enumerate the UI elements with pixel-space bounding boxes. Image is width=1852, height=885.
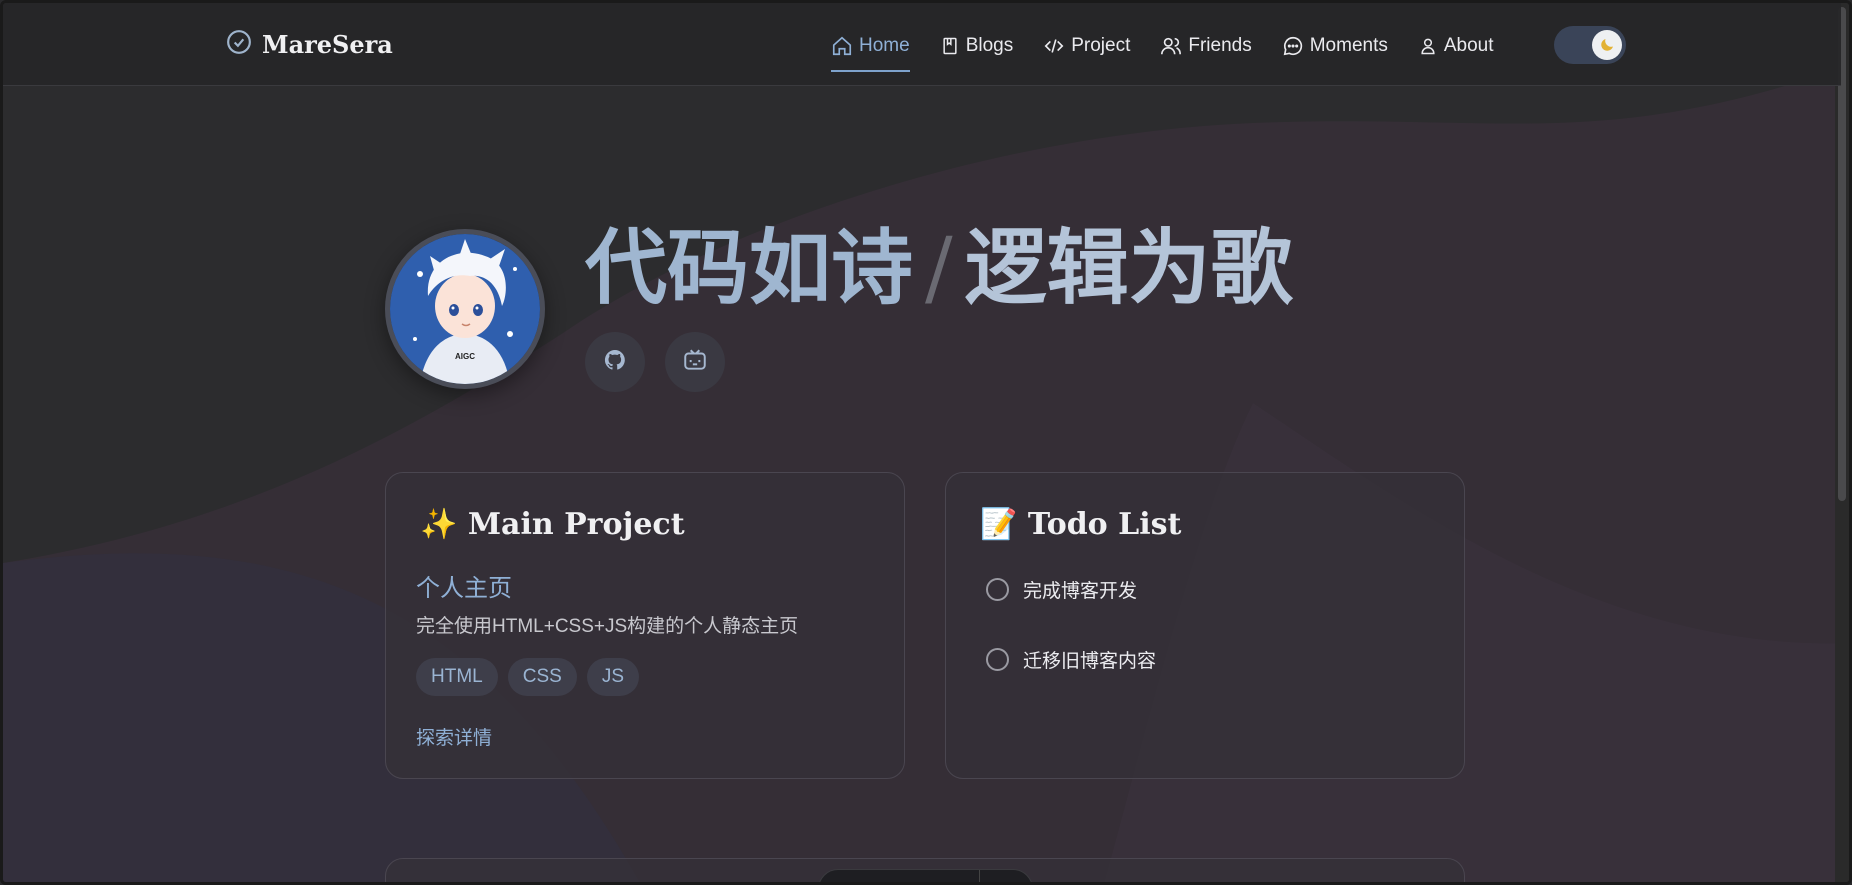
floating-dock	[818, 869, 1033, 882]
avatar: AIGC	[385, 229, 545, 389]
tag-css: CSS	[507, 658, 577, 696]
theme-toggle[interactable]	[1554, 26, 1626, 64]
nav-label-moments: Moments	[1309, 35, 1388, 56]
check-circle-icon	[226, 29, 252, 60]
nav-item-project[interactable]: Project	[1043, 31, 1130, 61]
todo-label: 完成博客开发	[1023, 581, 1138, 602]
user-icon	[1418, 35, 1438, 57]
background-wave	[3, 3, 1849, 882]
nav-item-friends[interactable]: Friends	[1160, 31, 1252, 61]
todo-checkbox[interactable]	[986, 648, 1009, 671]
scrollbar[interactable]	[1835, 3, 1849, 882]
dock-divider	[979, 870, 980, 882]
sparkle-icon: ✨	[420, 507, 458, 542]
nav-item-moments[interactable]: Moments	[1282, 31, 1388, 61]
brand[interactable]: MareSera	[226, 29, 393, 60]
users-icon	[1160, 35, 1182, 57]
nav-label-project: Project	[1071, 35, 1131, 56]
tag-html: HTML	[416, 658, 498, 696]
project-name[interactable]: 个人主页	[416, 568, 512, 603]
message-icon	[1282, 35, 1304, 57]
code-icon	[1043, 35, 1065, 57]
explore-details-link[interactable]: 探索详情	[416, 723, 492, 750]
github-link[interactable]	[585, 332, 645, 392]
home-icon	[831, 35, 853, 57]
project-tags: HTML CSS JS	[416, 658, 639, 696]
moon-icon	[1592, 30, 1622, 60]
todo-list-title: 📝 Todo List	[980, 507, 1181, 542]
github-icon	[603, 348, 627, 377]
hero-title: 代码如诗 / 逻辑为歌	[585, 218, 1293, 319]
nav-label-friends: Friends	[1188, 35, 1252, 56]
bilibili-icon	[682, 347, 708, 378]
nav-item-about[interactable]: About	[1418, 31, 1494, 61]
main-project-title-text: Main Project	[467, 507, 685, 542]
todo-item[interactable]: 完成博客开发	[986, 576, 1137, 603]
hero-title-separator: /	[925, 221, 953, 316]
nav-label-about: About	[1443, 35, 1494, 56]
book-icon	[940, 35, 960, 57]
todo-checkbox[interactable]	[986, 578, 1009, 601]
nav-label-blogs: Blogs	[965, 35, 1014, 56]
todo-list-title-text: Todo List	[1027, 507, 1182, 542]
main-project-card: ✨ Main Project 个人主页 完全使用HTML+CSS+JS构建的个人…	[385, 472, 905, 779]
bilibili-link[interactable]	[665, 332, 725, 392]
hero-title-part1: 代码如诗	[585, 220, 914, 316]
todo-list-card: 📝 Todo List 完成博客开发 迁移旧博客内容	[945, 472, 1465, 779]
nav-item-home[interactable]: Home	[831, 31, 910, 72]
nav-label-home: Home	[859, 35, 910, 56]
avatar-text: AIGC	[455, 352, 475, 361]
page-frame: MareSera Home Blogs Project Friends Mome…	[0, 0, 1852, 885]
project-description: 完全使用HTML+CSS+JS构建的个人静态主页	[416, 616, 799, 637]
nav-item-blogs[interactable]: Blogs	[940, 31, 1014, 61]
todo-label: 迁移旧博客内容	[1023, 651, 1157, 672]
tag-js: JS	[586, 658, 639, 696]
brand-name: MareSera	[262, 30, 393, 59]
todo-item[interactable]: 迁移旧博客内容	[986, 646, 1156, 673]
main-project-title: ✨ Main Project	[420, 507, 685, 542]
navbar: MareSera Home Blogs Project Friends Mome…	[3, 3, 1841, 86]
hero-title-part2: 逻辑为歌	[964, 220, 1293, 316]
memo-icon: 📝	[980, 507, 1018, 542]
main-nav: Home Blogs Project Friends Moments About	[831, 31, 1524, 72]
